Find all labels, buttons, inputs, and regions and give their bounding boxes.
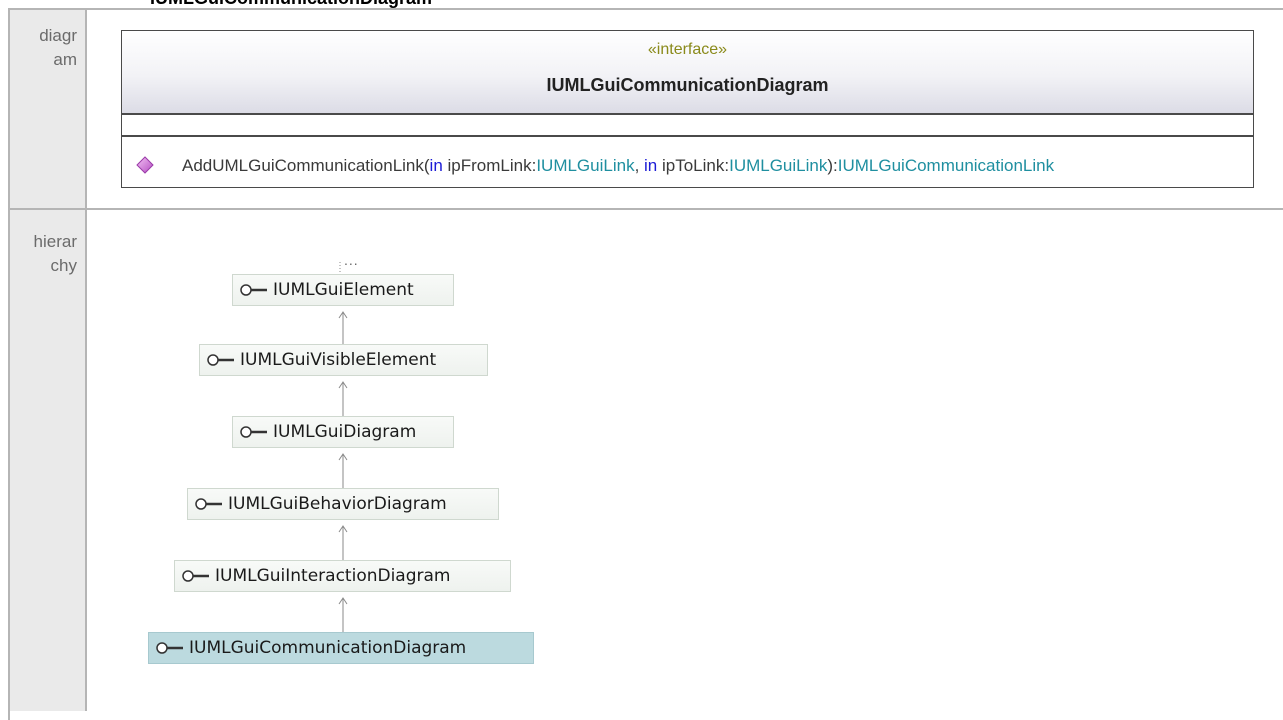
hierarchy-node-iumlguielement[interactable]: IUMLGuiElement xyxy=(232,274,454,306)
node-label: IUMLGuiDiagram xyxy=(273,422,417,442)
hierarchy-node-iumlguiinteractiondiagram[interactable]: IUMLGuiInteractionDiagram xyxy=(174,560,511,592)
interface-lollipop-icon xyxy=(156,642,183,654)
interface-lollipop-icon xyxy=(182,570,209,582)
hierarchy-node-iumlguivisibleelement[interactable]: IUMLGuiVisibleElement xyxy=(199,344,488,376)
node-label: IUMLGuiInteractionDiagram xyxy=(215,566,451,586)
node-label: IUMLGuiCommunicationDiagram xyxy=(189,638,467,658)
hierarchy-node-iumlguicommunicationdiagram[interactable]: IUMLGuiCommunicationDiagram xyxy=(148,632,534,664)
generalization-arrows xyxy=(338,262,348,632)
interface-lollipop-icon xyxy=(240,426,267,438)
hierarchy-node-iumlguidiagram[interactable]: IUMLGuiDiagram xyxy=(232,416,454,448)
hierarchy-node-iumlguibehaviordiagram[interactable]: IUMLGuiBehaviorDiagram xyxy=(187,488,499,520)
interface-lollipop-icon xyxy=(207,354,234,366)
node-label: IUMLGuiElement xyxy=(273,280,414,300)
interface-lollipop-icon xyxy=(195,498,222,510)
node-label: IUMLGuiVisibleElement xyxy=(240,350,437,370)
interface-lollipop-icon xyxy=(240,284,267,296)
node-label: IUMLGuiBehaviorDiagram xyxy=(228,494,447,514)
